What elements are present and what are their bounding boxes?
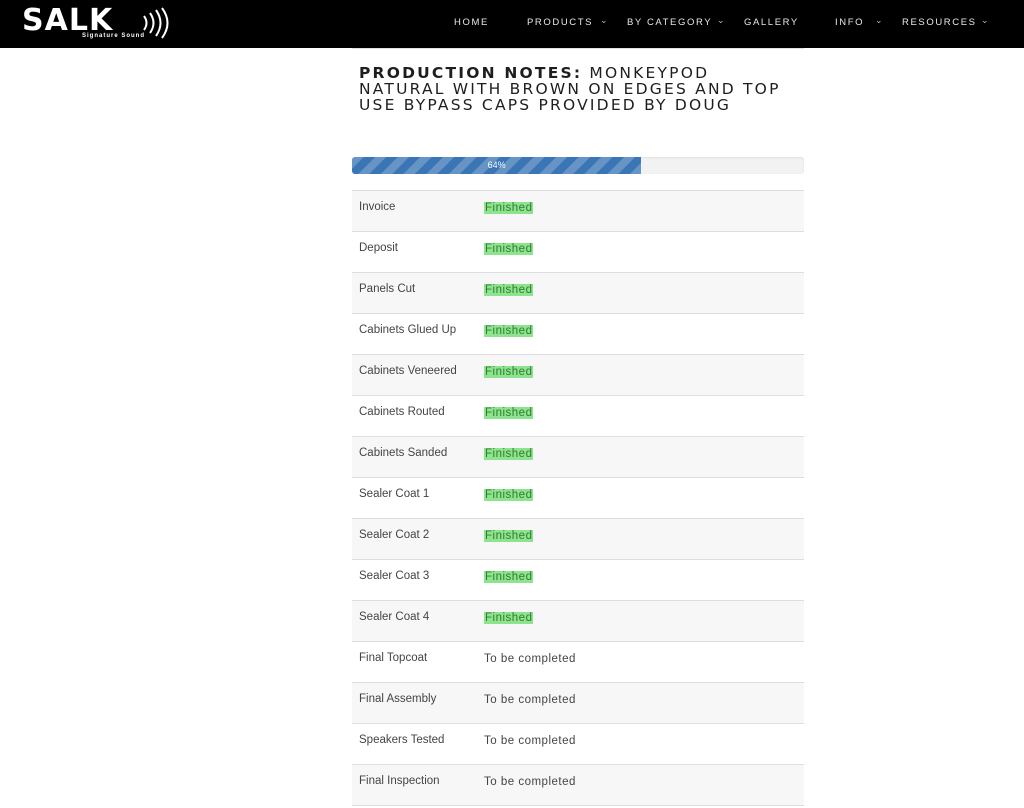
- task-status: To be completed: [484, 653, 576, 665]
- task-status: Finished: [484, 489, 534, 501]
- task-name: Final Assembly: [359, 693, 437, 705]
- nav-info[interactable]: INFO: [835, 17, 864, 28]
- task-status: Finished: [484, 243, 534, 255]
- task-row: Cabinets Routed Finished: [352, 395, 804, 436]
- task-row: Panels Cut Finished: [352, 272, 804, 313]
- task-name: Cabinets Routed: [359, 406, 445, 418]
- task-name: Sealer Coat 2: [359, 529, 430, 541]
- task-status: Finished: [484, 325, 534, 337]
- top-nav-bar: SALK Signature Sound HOME PRODUCTS ⌄ BY …: [0, 0, 1024, 48]
- task-status: To be completed: [484, 735, 576, 747]
- info-chevron-down-icon[interactable]: ⌄: [875, 16, 883, 26]
- task-row: Sealer Coat 1 Finished: [352, 477, 804, 518]
- task-name: Cabinets Glued Up: [359, 324, 457, 336]
- nav-gallery[interactable]: GALLERY: [744, 17, 799, 28]
- task-row: Deposit Finished: [352, 231, 804, 272]
- task-row: Sealer Coat 2 Finished: [352, 518, 804, 559]
- task-name: Sealer Coat 4: [359, 611, 430, 623]
- divider: [352, 48, 804, 49]
- task-row: Cabinets Veneered Finished: [352, 354, 804, 395]
- task-status: Finished: [484, 284, 534, 296]
- task-row: Sealer Coat 4 Finished: [352, 600, 804, 641]
- task-status: Finished: [484, 530, 534, 542]
- progress-label: 64%: [487, 160, 506, 170]
- task-status: To be completed: [484, 776, 576, 788]
- main-nav: HOME PRODUCTS ⌄ BY CATEGORY ⌄ GALLERY IN…: [0, 0, 1024, 48]
- task-status: Finished: [484, 571, 534, 583]
- task-row: Final Assembly To be completed: [352, 682, 804, 723]
- resources-chevron-down-icon[interactable]: ⌄: [981, 16, 989, 26]
- task-name: Cabinets Sanded: [359, 447, 448, 459]
- task-row: Cabinets Glued Up Finished: [352, 313, 804, 354]
- task-status: To be completed: [484, 694, 576, 706]
- task-status: Finished: [484, 366, 534, 378]
- task-row: Invoice Finished: [352, 190, 804, 231]
- task-name: Sealer Coat 3: [359, 570, 430, 582]
- task-status: Finished: [484, 407, 534, 419]
- task-name: Speakers Tested: [359, 734, 445, 746]
- task-name: Final Topcoat: [359, 652, 428, 664]
- task-name: Panels Cut: [359, 283, 416, 295]
- nav-home[interactable]: HOME: [454, 17, 489, 28]
- nav-products[interactable]: PRODUCTS: [527, 17, 593, 28]
- task-row: Speakers Tested To be completed: [352, 723, 804, 764]
- task-name: Sealer Coat 1: [359, 488, 430, 500]
- task-name: Final Inspection: [359, 775, 440, 787]
- progress-bar: 64%: [352, 157, 804, 174]
- task-list: Invoice Finished Deposit Finished Panels Cut…: [352, 190, 804, 806]
- task-status: Finished: [484, 448, 534, 460]
- products-chevron-down-icon[interactable]: ⌄: [600, 16, 608, 26]
- task-name: Deposit: [359, 242, 398, 254]
- nav-resources[interactable]: RESOURCES: [902, 17, 977, 28]
- task-row: Cabinets Sanded Finished: [352, 436, 804, 477]
- nav-by-category[interactable]: BY CATEGORY: [627, 17, 712, 28]
- task-row: Final Topcoat To be completed: [352, 641, 804, 682]
- task-status: Finished: [484, 612, 534, 624]
- task-status: Finished: [484, 202, 534, 214]
- progress-fill: 64%: [352, 157, 642, 174]
- task-row: Sealer Coat 3 Finished: [352, 559, 804, 600]
- by-category-chevron-down-icon[interactable]: ⌄: [717, 16, 725, 26]
- task-row: Final Inspection To be completed: [352, 764, 804, 806]
- task-name: Cabinets Veneered: [359, 365, 457, 377]
- task-name: Invoice: [359, 201, 396, 213]
- production-notes: PRODUCTION NOTES: MONKEYPOD NATURAL WITH…: [359, 65, 799, 113]
